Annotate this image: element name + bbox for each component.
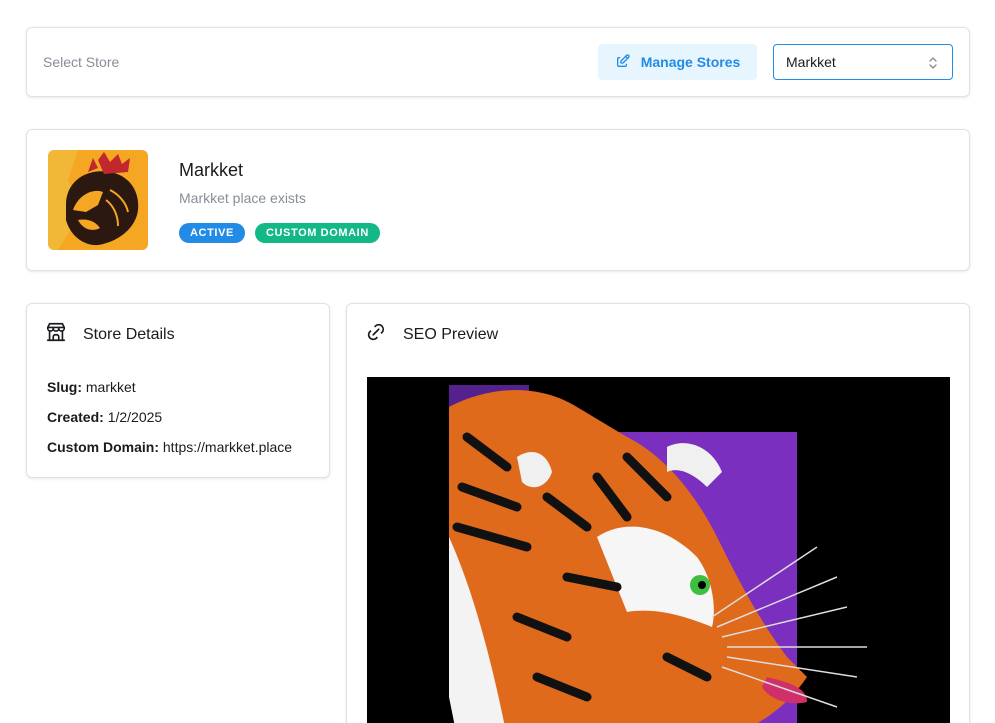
slug-value: markket <box>85 379 136 395</box>
store-name: Markket <box>179 160 244 180</box>
store-icon <box>45 321 67 348</box>
store-select-dropdown[interactable]: Markket <box>773 44 953 80</box>
created-label: Created: <box>47 409 104 425</box>
status-badge: ACTIVE <box>179 223 245 243</box>
store-details-title: Store Details <box>83 325 175 343</box>
seo-preview-image <box>367 377 950 723</box>
store-header-card: Markket Markket place exists ACTIVE CUST… <box>26 129 970 271</box>
custom-domain-label: Custom Domain: <box>47 439 159 455</box>
store-logo <box>48 150 148 250</box>
store-details-card: Store Details Slug: markket Created: 1/2… <box>26 303 330 478</box>
manage-stores-button[interactable]: Manage Stores <box>598 44 757 80</box>
manage-stores-label: Manage Stores <box>640 54 741 70</box>
custom-domain-badge: CUSTOM DOMAIN <box>254 223 380 243</box>
store-selector-bar: Select Store Manage Stores Markket <box>26 27 970 97</box>
select-store-label: Select Store <box>43 54 120 70</box>
created-value: 1/2/2025 <box>107 409 163 425</box>
seo-preview-title: SEO Preview <box>403 325 499 343</box>
store-description: Markket place exists <box>179 190 306 206</box>
link-icon <box>365 321 387 348</box>
store-details-header: Store Details <box>45 321 175 348</box>
custom-domain-row: Custom Domain: https://markket.place <box>47 439 292 455</box>
slug-row: Slug: markket <box>47 379 136 395</box>
selected-store-value: Markket <box>786 54 836 70</box>
custom-domain-value: https://markket.place <box>162 439 293 455</box>
seo-preview-card: SEO Preview <box>346 303 970 723</box>
created-row: Created: 1/2/2025 <box>47 409 162 425</box>
slug-label: Slug: <box>47 379 82 395</box>
store-badges: ACTIVE CUSTOM DOMAIN <box>179 223 380 243</box>
edit-icon <box>615 53 631 72</box>
seo-preview-header: SEO Preview <box>365 321 498 348</box>
selector-icon <box>926 55 940 74</box>
